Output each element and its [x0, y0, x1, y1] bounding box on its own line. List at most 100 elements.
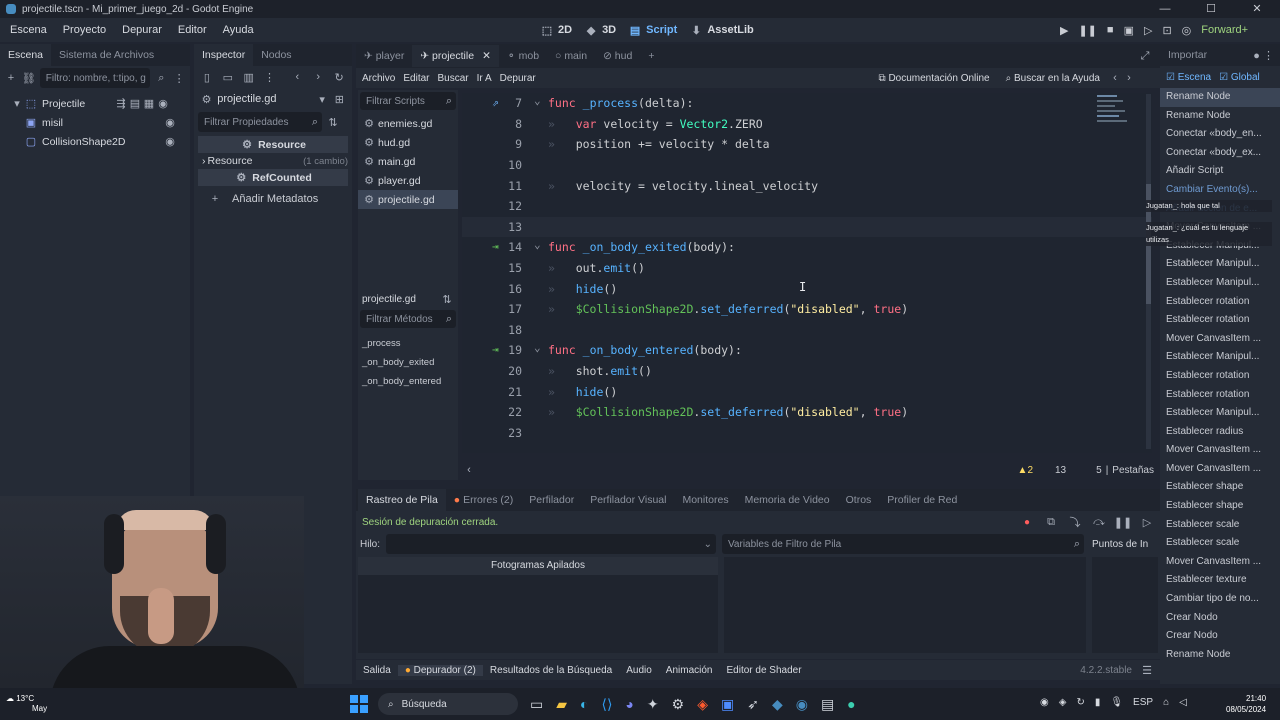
- section-refcounted[interactable]: ⚙ RefCounted: [198, 169, 348, 186]
- menu-icon[interactable]: ⋮: [263, 70, 277, 84]
- distraction-free-icon[interactable]: ⤢: [1138, 49, 1152, 63]
- code-text[interactable]: » $CollisionShape2D.set_deferred("disabl…: [548, 302, 908, 316]
- code-line[interactable]: 19 func _on_body_entered(body):: [462, 340, 1152, 361]
- line-number[interactable]: 18: [462, 323, 522, 337]
- save-icon[interactable]: ▥: [242, 70, 256, 84]
- signal-connected-icon[interactable]: ⇥: [492, 343, 499, 356]
- history-item[interactable]: Cambiar tipo de no...: [1160, 590, 1280, 609]
- filter-settings-icon[interactable]: ⇅: [326, 115, 340, 129]
- continue-icon[interactable]: ▷: [1140, 515, 1154, 529]
- history-item[interactable]: Rename Node: [1160, 107, 1280, 126]
- debugger-tab[interactable]: ● Errores (2): [446, 489, 521, 511]
- chevron-down-icon[interactable]: ▾: [316, 92, 329, 106]
- history-item[interactable]: Mover CanvasItem ...: [1160, 441, 1280, 460]
- override-icon[interactable]: ⇗: [492, 96, 499, 109]
- app-icon[interactable]: ✦: [647, 695, 659, 713]
- open-folder-icon[interactable]: ▭: [221, 70, 235, 84]
- history-item[interactable]: Establecer rotation: [1160, 367, 1280, 386]
- remote-debug-icon[interactable]: ▣: [1124, 24, 1134, 37]
- forward-icon[interactable]: ›: [1122, 71, 1136, 85]
- tab-importar[interactable]: Importar: [1160, 44, 1215, 66]
- code-text[interactable]: » hide(): [548, 385, 617, 399]
- line-number[interactable]: 13: [462, 220, 522, 234]
- history-dock-menu-icon[interactable]: ● ⋮: [1253, 49, 1274, 62]
- workspace-assetlib-button[interactable]: ⬇ AssetLib: [689, 23, 754, 37]
- script-item-player[interactable]: ⚙ player.gd: [358, 171, 458, 190]
- code-line[interactable]: 15 » out.emit(): [462, 258, 1152, 279]
- history-item[interactable]: Cambiar Evento(s)...: [1160, 181, 1280, 200]
- code-line[interactable]: 7 func _process(delta):: [462, 93, 1152, 114]
- app-icon[interactable]: ▣: [721, 695, 734, 713]
- collapse-icon[interactable]: ▾: [10, 97, 24, 111]
- script-icon[interactable]: ▤: [128, 97, 142, 111]
- code-line[interactable]: 9 » position += velocity * delta: [462, 134, 1152, 155]
- code-line[interactable]: 22 » $CollisionShape2D.set_deferred("disa…: [462, 402, 1152, 423]
- script-item-hud[interactable]: ⚙ hud.gd: [358, 133, 458, 152]
- indent-mode[interactable]: Pestañas: [1112, 465, 1154, 476]
- history-item[interactable]: Mover CanvasItem ...: [1160, 553, 1280, 572]
- line-number[interactable]: 15: [462, 261, 522, 275]
- minimize-icon[interactable]: —: [1142, 0, 1188, 18]
- line-number[interactable]: 22: [462, 405, 522, 419]
- warning-icon[interactable]: ▲: [1018, 465, 1028, 476]
- debugger-tab[interactable]: Monitores: [674, 489, 736, 511]
- history-item[interactable]: Establecer radius: [1160, 423, 1280, 442]
- history-item[interactable]: Mover CanvasItem ...: [1160, 460, 1280, 479]
- method-item-body-entered[interactable]: _on_body_entered: [362, 372, 458, 391]
- history-item[interactable]: Establecer rotation: [1160, 293, 1280, 312]
- group-icon[interactable]: ▦: [142, 97, 156, 111]
- line-number[interactable]: 11: [462, 179, 522, 193]
- line-number[interactable]: 16: [462, 282, 522, 296]
- tree-node-misil[interactable]: ▣ misil ◉: [10, 113, 190, 132]
- warning-count[interactable]: 2: [1027, 465, 1033, 476]
- step-into-icon[interactable]: ⤵: [1068, 515, 1082, 529]
- code-line[interactable]: 16 » hide(): [462, 278, 1152, 299]
- language-indicator[interactable]: ESP: [1133, 697, 1153, 708]
- inspected-resource[interactable]: projectile.gd: [217, 93, 311, 105]
- scope-global[interactable]: ☑ Global: [1219, 72, 1260, 83]
- object-menu-icon[interactable]: ⊞: [333, 92, 346, 106]
- code-line[interactable]: 10: [462, 155, 1152, 176]
- bottom-tab-audio[interactable]: Audio: [619, 665, 659, 676]
- microphone-icon[interactable]: 🎙: [1110, 697, 1123, 708]
- record-icon[interactable]: ●: [1024, 517, 1030, 528]
- tab-escena[interactable]: Escena: [0, 44, 52, 66]
- task-view-icon[interactable]: ▭: [530, 695, 543, 713]
- link-icon[interactable]: ⛓: [22, 71, 36, 85]
- code-text[interactable]: func _on_body_exited(body):: [548, 240, 735, 254]
- tab-projectile[interactable]: ✈ projectile ✕: [412, 45, 499, 67]
- line-number[interactable]: 9: [462, 137, 522, 151]
- app-icon[interactable]: ●: [847, 695, 855, 713]
- app-icon[interactable]: ➶: [747, 695, 759, 713]
- debugger-tab[interactable]: Memoria de Video: [737, 489, 838, 511]
- code-line[interactable]: 8 » var velocity = Vector2.ZERO: [462, 114, 1152, 135]
- bottom-tab-depurador[interactable]: ● Depurador (2): [397, 664, 483, 676]
- tab-inspector[interactable]: Inspector: [194, 44, 254, 66]
- history-item[interactable]: Mover CanvasItem ...: [1160, 218, 1280, 237]
- menu-proyecto[interactable]: Proyecto: [55, 24, 114, 36]
- workspace-3d-button[interactable]: ◆ 3D: [584, 23, 616, 37]
- script-menu-archivo[interactable]: Archivo: [356, 73, 399, 84]
- search-help-button[interactable]: ⌕ Buscar en la Ayuda: [998, 73, 1108, 84]
- movie-icon[interactable]: ◎: [1182, 24, 1192, 37]
- forward-icon[interactable]: ›: [311, 70, 325, 84]
- code-line[interactable]: 17 » $CollisionShape2D.set_deferred("disa…: [462, 299, 1152, 320]
- tab-main[interactable]: ○ main: [547, 45, 595, 67]
- debugger-tab[interactable]: Perfilador: [521, 489, 582, 511]
- code-line[interactable]: 11 » velocity = velocity.lineal_velocity: [462, 175, 1152, 196]
- code-line[interactable]: 23: [462, 423, 1152, 444]
- history-item[interactable]: Conectar «body_en...: [1160, 125, 1280, 144]
- history-item[interactable]: Mover CanvasItem ...: [1160, 330, 1280, 349]
- menu-escena[interactable]: Escena: [0, 24, 55, 36]
- pause-icon[interactable]: ❚❚: [1078, 24, 1096, 37]
- history-item[interactable]: Establecer shape: [1160, 478, 1280, 497]
- property-filter-input[interactable]: Filtrar Propiedades ⌕: [198, 112, 322, 132]
- fold-arrow-icon[interactable]: ⌄: [534, 238, 541, 251]
- tab-nodos[interactable]: Nodos: [253, 44, 299, 66]
- code-text[interactable]: func _on_body_entered(body):: [548, 343, 742, 357]
- volume-icon[interactable]: ◁: [1179, 697, 1187, 708]
- tab-mob[interactable]: ⚬ mob: [499, 45, 547, 67]
- code-editor[interactable]: 7 func _process(delta): 8 » var velocity = …: [462, 93, 1152, 453]
- code-text[interactable]: » var velocity = Vector2.ZERO: [548, 117, 763, 131]
- maximize-icon[interactable]: ☐: [1188, 0, 1234, 18]
